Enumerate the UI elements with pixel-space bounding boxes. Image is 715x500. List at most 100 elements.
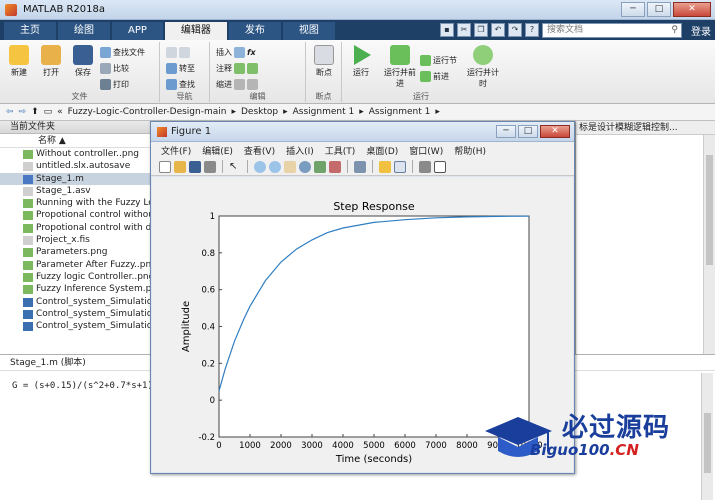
back-nav-button[interactable] — [166, 46, 190, 59]
file-list-item[interactable]: Propotional control without — [0, 209, 154, 221]
find-button[interactable]: 查找 — [166, 78, 195, 91]
comment-button[interactable]: 注释 — [216, 62, 258, 75]
figure-title-bar[interactable]: Figure 1 ─ □ ✕ — [151, 122, 574, 142]
open-button[interactable]: 打开 — [36, 45, 66, 78]
print-label: 打印 — [113, 80, 129, 89]
run-section-button[interactable]: 运行节 — [420, 54, 457, 67]
file-list-item[interactable]: Project_x.fis — [0, 234, 154, 246]
file-list-item[interactable]: Stage_1.asv — [0, 185, 154, 197]
find-files-button[interactable]: 查找文件 — [100, 46, 145, 59]
menu-file[interactable]: 文件(F) — [161, 144, 191, 157]
editor-tab-header[interactable]: 标是设计模糊逻辑控制... — [576, 121, 715, 135]
tab-view[interactable]: 视图 — [282, 22, 335, 40]
zoom-in-icon[interactable] — [254, 160, 266, 173]
print-icon — [100, 79, 111, 90]
indent-icon — [234, 79, 245, 90]
path-segment-assignment[interactable]: Assignment 1 — [293, 107, 355, 117]
menu-help[interactable]: 帮助(H) — [454, 144, 486, 157]
indent-label: 缩进 — [216, 80, 232, 89]
menu-window[interactable]: 窗口(W) — [409, 144, 443, 157]
tab-plots[interactable]: 绘图 — [58, 22, 110, 40]
save-button[interactable]: 保存 — [68, 45, 98, 78]
file-list-item[interactable]: Without controller..png — [0, 148, 154, 160]
file-list-item[interactable]: Propotional control with di — [0, 222, 154, 234]
file-list-item[interactable]: Control_system_Simulation — [0, 296, 154, 308]
forward-icon[interactable]: ⇨ — [19, 107, 27, 117]
file-list-item[interactable]: Fuzzy logic Controller..png — [0, 271, 154, 283]
zoom-out-icon[interactable] — [269, 160, 281, 173]
link-plot-icon[interactable] — [354, 160, 366, 173]
vertical-scrollbar[interactable] — [703, 135, 715, 354]
redo-icon[interactable]: ↷ — [508, 23, 522, 37]
brush-icon[interactable] — [329, 160, 341, 173]
menu-tools[interactable]: 工具(T) — [325, 144, 356, 157]
tab-editor[interactable]: 编辑器 — [164, 22, 227, 40]
tab-apps[interactable]: APP — [112, 22, 163, 40]
figure-close-button[interactable]: ✕ — [540, 125, 570, 138]
file-list-item[interactable]: Running with the Fuzzy Log — [0, 197, 154, 209]
goto-button[interactable]: 转至 — [166, 62, 195, 75]
tab-publish[interactable]: 发布 — [228, 22, 281, 40]
menu-insert[interactable]: 插入(I) — [286, 144, 314, 157]
run-advance-button[interactable]: 运行并前进 — [382, 45, 418, 89]
back-icon[interactable]: ⇦ — [6, 107, 14, 117]
minimize-button[interactable]: ─ — [621, 2, 645, 17]
colorbar-icon[interactable] — [379, 160, 391, 173]
path-segment-project[interactable]: Fuzzy-Logic-Controller-Design-main — [68, 107, 227, 117]
save-figure-icon[interactable] — [189, 160, 201, 173]
run-time-button[interactable]: 运行并计时 — [466, 45, 500, 89]
slx-file-icon — [23, 322, 33, 332]
up-folder-icon[interactable]: ⬆ — [31, 107, 39, 117]
copy-icon[interactable]: ❐ — [474, 23, 488, 37]
menu-view[interactable]: 查看(V) — [244, 144, 275, 157]
toolbar-separator — [347, 160, 348, 173]
menu-edit[interactable]: 编辑(E) — [202, 144, 233, 157]
menu-desktop[interactable]: 桌面(D) — [366, 144, 398, 157]
file-list-item[interactable]: Stage_1.m — [0, 172, 154, 185]
file-list-item[interactable]: Fuzzy Inference System.png — [0, 283, 154, 295]
search-input[interactable]: 搜索文档 ⚲ — [542, 22, 682, 38]
path-chevron-root[interactable]: « — [57, 107, 63, 117]
breakpoints-button[interactable]: 断点 — [309, 45, 339, 78]
path-segment-assignment-sub[interactable]: Assignment 1 — [369, 107, 431, 117]
new-button[interactable]: 新建 — [4, 45, 34, 78]
file-list-item[interactable]: Parameters.png — [0, 246, 154, 258]
maximize-button[interactable]: □ — [647, 2, 671, 17]
file-list-item[interactable]: Control_system_Simulation — [0, 320, 154, 332]
save-icon[interactable]: ▪ — [440, 23, 454, 37]
rotate-icon[interactable] — [299, 160, 311, 173]
path-segment-desktop[interactable]: Desktop — [241, 107, 278, 117]
run-button[interactable]: 运行 — [346, 45, 376, 78]
file-list-item[interactable]: Control_system_Simulation — [0, 308, 154, 320]
print-figure-icon[interactable] — [204, 160, 216, 173]
undo-icon[interactable]: ↶ — [491, 23, 505, 37]
print-button[interactable]: 打印 — [100, 78, 129, 91]
tab-home[interactable]: 主页 — [4, 22, 56, 40]
figure-maximize-button[interactable]: □ — [518, 125, 538, 138]
show-plot-tools-icon[interactable] — [434, 160, 446, 173]
pointer-icon[interactable]: ↖ — [229, 161, 241, 173]
open-file-icon[interactable] — [174, 160, 186, 173]
insert-button[interactable]: 插入 fx — [216, 46, 256, 59]
name-column-header[interactable]: 名称 ▲ — [0, 134, 154, 148]
file-list-item[interactable]: Parameter After Fuzzy..png — [0, 259, 154, 271]
new-figure-icon[interactable] — [159, 160, 171, 173]
cut-icon[interactable]: ✂ — [457, 23, 471, 37]
advance-button[interactable]: 前进 — [420, 70, 449, 83]
pan-hand-icon[interactable] — [284, 160, 296, 173]
compare-button[interactable]: 比较 — [100, 62, 129, 75]
browse-folder-icon[interactable]: ▭ — [44, 107, 53, 117]
figure-minimize-button[interactable]: ─ — [496, 125, 516, 138]
legend-icon[interactable] — [394, 160, 406, 173]
close-button[interactable]: ✕ — [673, 2, 711, 17]
figure-toolbar: ↖ — [151, 158, 574, 176]
login-button[interactable]: 登录 — [691, 23, 711, 38]
file-list-item[interactable]: untitled.slx.autosave — [0, 160, 154, 172]
help-icon[interactable]: ? — [525, 23, 539, 37]
fx-icon[interactable]: fx — [247, 48, 256, 57]
indent-button[interactable]: 缩进 — [216, 78, 258, 91]
path-separator: ▸ — [231, 107, 236, 117]
data-cursor-icon[interactable] — [314, 160, 326, 173]
scrollbar-thumb[interactable] — [706, 155, 713, 265]
hide-plot-tools-icon[interactable] — [419, 160, 431, 173]
